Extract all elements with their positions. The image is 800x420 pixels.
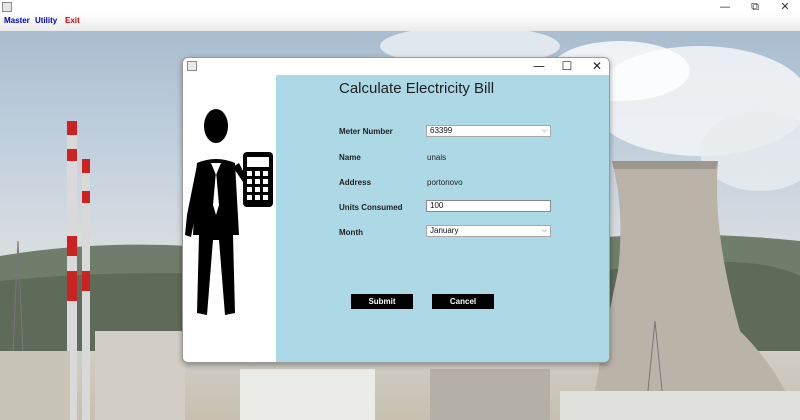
chevron-down-icon: ⌵	[541, 227, 547, 234]
minimize-button[interactable]: —	[710, 0, 740, 14]
chevron-down-icon: ⌵	[541, 127, 547, 134]
menu-master[interactable]: Master	[4, 16, 30, 25]
cancel-button[interactable]: Cancel	[432, 294, 494, 309]
name-value: unais	[427, 153, 447, 162]
month-label: Month	[339, 228, 363, 237]
man-with-calculator-icon	[185, 109, 273, 315]
name-label: Name	[339, 153, 361, 162]
submit-button[interactable]: Submit	[351, 294, 413, 309]
dialog-heading: Calculate Electricity Bill	[339, 80, 495, 97]
illustration-panel	[183, 75, 276, 362]
main-window-titlebar: — ⧉ ✕	[0, 0, 800, 14]
month-value: January	[430, 226, 459, 235]
units-consumed-label: Units Consumed	[339, 203, 403, 212]
units-consumed-input[interactable]: 100	[426, 200, 551, 212]
menu-exit[interactable]: Exit	[65, 16, 80, 25]
java-app-icon	[2, 2, 12, 12]
dialog-maximize-button[interactable]: ☐	[553, 59, 581, 73]
address-value: portonovo	[427, 178, 463, 187]
dialog-minimize-button[interactable]: —	[525, 59, 553, 73]
address-label: Address	[339, 178, 372, 187]
dialog-titlebar: — ☐ ✕	[183, 58, 609, 75]
menubar: Master Utility Exit	[0, 14, 800, 31]
meter-number-value: 63399	[430, 126, 453, 135]
close-button[interactable]: ✕	[770, 0, 800, 14]
form-panel	[276, 75, 609, 362]
dialog-close-button[interactable]: ✕	[583, 59, 609, 73]
calculate-bill-dialog: — ☐ ✕ Calculate Electricity Bill Meter N…	[182, 57, 610, 363]
meter-number-label: Meter Number	[339, 127, 393, 136]
month-dropdown[interactable]: January ⌵	[426, 225, 551, 237]
java-app-icon	[187, 61, 197, 71]
meter-number-dropdown[interactable]: 63399 ⌵	[426, 125, 551, 137]
menu-utility[interactable]: Utility	[35, 16, 57, 25]
restore-button[interactable]: ⧉	[740, 0, 770, 14]
